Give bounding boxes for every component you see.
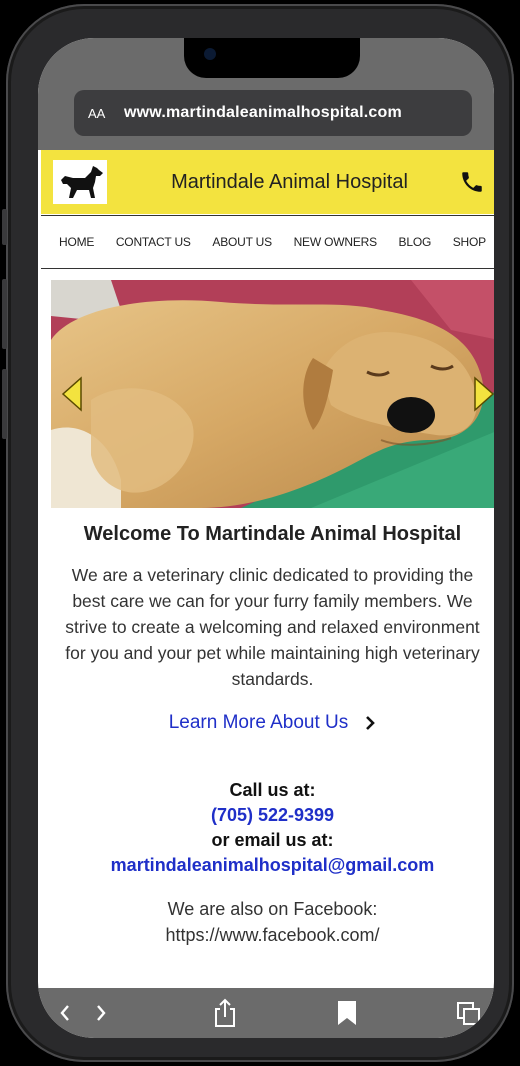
main-content: Welcome To Martindale Animal Hospital We… [41, 523, 494, 948]
camera [204, 48, 216, 60]
nav-about-us[interactable]: ABOUT US [212, 235, 272, 249]
mute-switch [2, 209, 7, 245]
hero-carousel [51, 280, 494, 508]
chevron-right-icon [366, 716, 376, 730]
share-button[interactable] [212, 998, 238, 1028]
share-icon [215, 998, 235, 1027]
call-label: Call us at: [229, 780, 316, 800]
nav-contact-us[interactable]: CONTACT US [116, 235, 191, 249]
bookmarks-button[interactable] [336, 1000, 358, 1026]
facebook-url[interactable]: https://www.facebook.com/ [41, 922, 494, 948]
text-size-button[interactable]: AA [88, 106, 108, 121]
email-label: or email us at: [211, 830, 334, 850]
nav-blog[interactable]: BLOG [399, 235, 432, 249]
learn-more-label[interactable]: Learn More About Us [169, 712, 349, 734]
site-title[interactable]: Martindale Animal Hospital [127, 171, 452, 194]
facebook-label: We are also on Facebook: [167, 899, 378, 919]
phone-frame: AA www.martindaleanimalhospital.com Mart… [2, 4, 514, 1062]
dog-logo-icon[interactable] [53, 160, 107, 204]
intro-paragraph: We are a veterinary clinic dedicated to … [65, 565, 480, 689]
nav-new-owners[interactable]: NEW OWNERS [294, 235, 378, 249]
chevron-right-icon [97, 1005, 106, 1021]
site-header: Martindale Animal Hospital [41, 150, 494, 214]
address-bar[interactable]: AA www.martindaleanimalhospital.com [74, 90, 472, 136]
forward-button[interactable] [94, 1003, 108, 1023]
carousel-next-icon[interactable] [473, 376, 494, 412]
volume-up-button [2, 279, 7, 349]
phone-icon[interactable] [452, 169, 492, 195]
browser-toolbar [38, 988, 494, 1038]
chevron-left-icon [60, 1005, 69, 1021]
tabs-icon [457, 1002, 480, 1025]
main-nav: HOME CONTACT US ABOUT US NEW OWNERS BLOG… [41, 215, 494, 269]
back-button[interactable] [58, 1003, 72, 1023]
screen: AA www.martindaleanimalhospital.com Mart… [38, 38, 494, 1038]
carousel-prev-icon[interactable] [61, 376, 83, 412]
nav-home[interactable]: HOME [59, 235, 94, 249]
nav-shop[interactable]: SHOP [453, 235, 486, 249]
notch [184, 38, 360, 78]
volume-down-button [2, 369, 7, 439]
url-text[interactable]: www.martindaleanimalhospital.com [124, 104, 402, 122]
phone-link[interactable]: (705) 522-9399 [41, 805, 494, 826]
sleeping-dog-image [51, 280, 494, 508]
bookmark-icon [338, 1001, 356, 1025]
tabs-button[interactable] [456, 1001, 482, 1027]
welcome-heading: Welcome To Martindale Animal Hospital [83, 523, 462, 545]
email-link[interactable]: martindaleanimalhospital@gmail.com [41, 855, 494, 876]
learn-more-link[interactable]: Learn More About Us [41, 712, 494, 734]
